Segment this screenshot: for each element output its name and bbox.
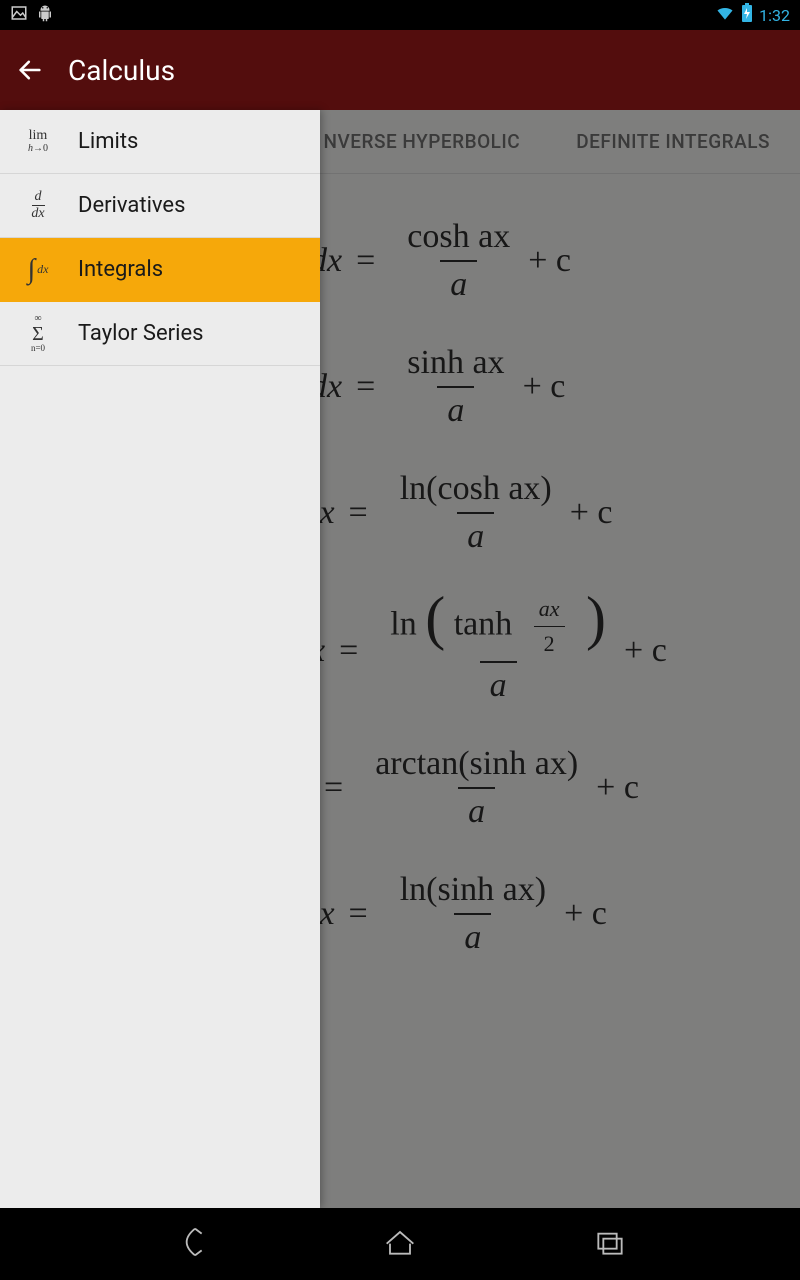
content-viewport: NVERSE HYPERBOLIC DEFINITE INTEGRALS dx …	[0, 110, 800, 1208]
battery-icon	[741, 3, 753, 27]
drawer-item-label: Taylor Series	[78, 321, 204, 346]
sigma-icon: ∞Σn=0	[18, 314, 58, 354]
back-icon[interactable]	[16, 56, 44, 84]
derivative-icon: ddx	[18, 186, 58, 226]
status-time: 1:32	[759, 6, 790, 25]
drawer-item-integrals[interactable]: ∫dx Integrals	[0, 238, 320, 302]
android-icon	[36, 4, 54, 26]
nav-recent-icon[interactable]	[590, 1222, 630, 1266]
drawer-item-label: Limits	[78, 129, 138, 154]
drawer-item-label: Integrals	[78, 257, 163, 282]
nav-home-icon[interactable]	[380, 1222, 420, 1266]
app-bar: Calculus	[0, 30, 800, 110]
status-bar: 1:32	[0, 0, 800, 30]
page-title: Calculus	[68, 54, 175, 87]
wifi-icon	[715, 3, 735, 27]
navigation-drawer: limh→0 Limits ddx Derivatives ∫dx Integr…	[0, 110, 320, 1208]
integral-icon: ∫dx	[18, 250, 58, 290]
drawer-item-derivatives[interactable]: ddx Derivatives	[0, 174, 320, 238]
picture-icon	[10, 4, 28, 26]
drawer-item-label: Derivatives	[78, 193, 185, 218]
system-nav-bar	[0, 1208, 800, 1280]
drawer-item-limits[interactable]: limh→0 Limits	[0, 110, 320, 174]
nav-back-icon[interactable]	[170, 1222, 210, 1266]
limit-icon: limh→0	[18, 122, 58, 162]
drawer-item-taylor-series[interactable]: ∞Σn=0 Taylor Series	[0, 302, 320, 366]
